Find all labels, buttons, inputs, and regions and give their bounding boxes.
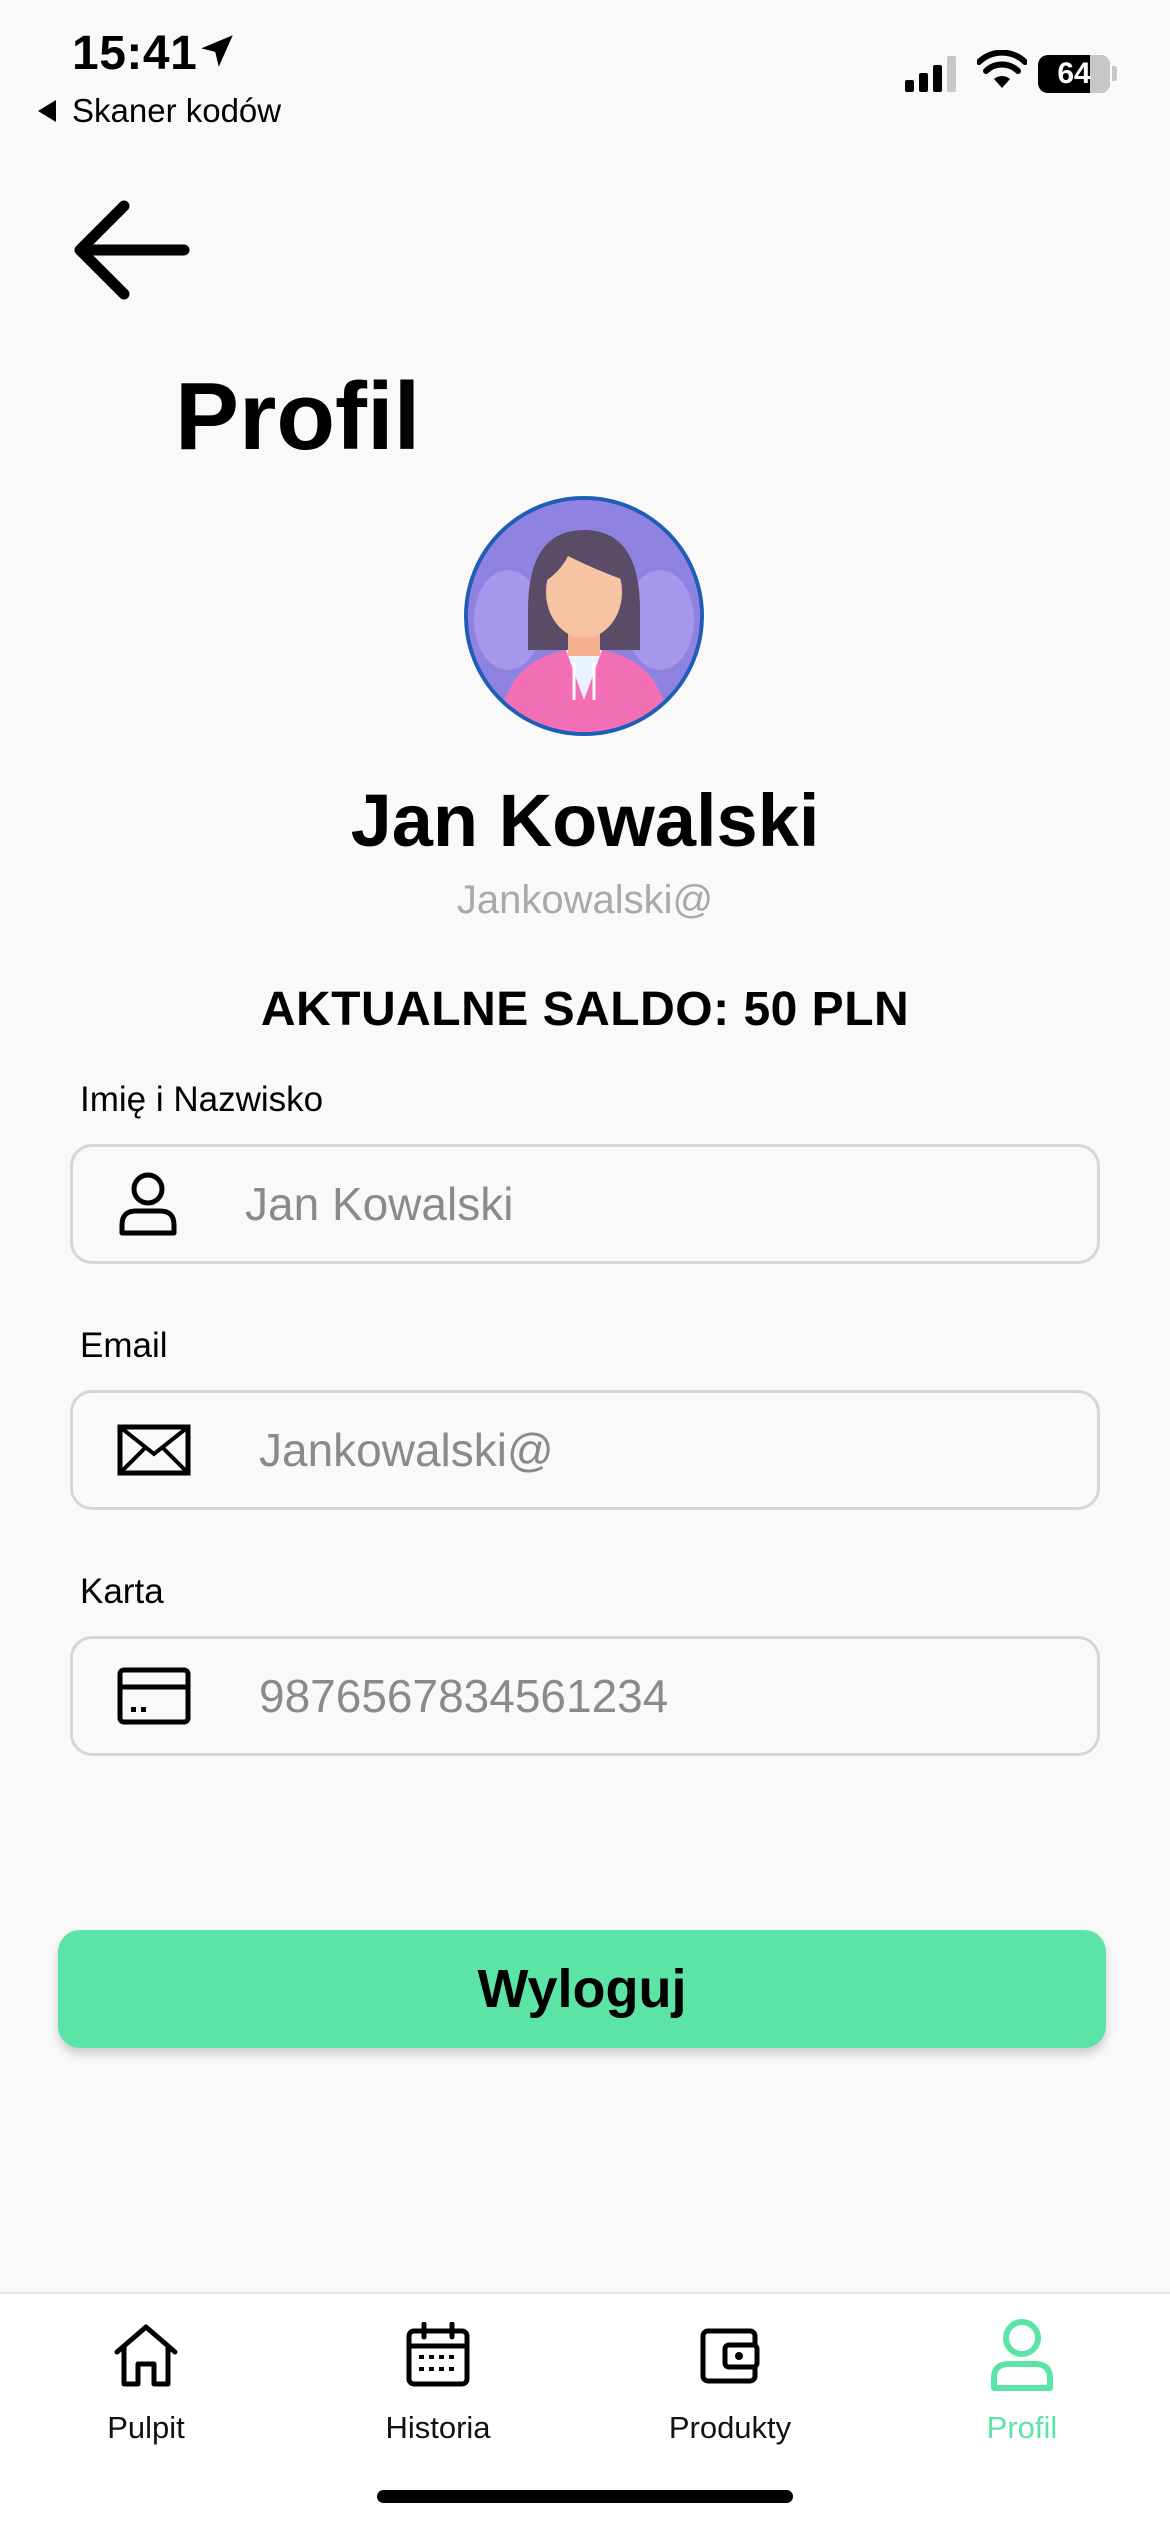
- card-field[interactable]: [70, 1636, 1100, 1756]
- tab-label: Historia: [385, 2410, 491, 2445]
- calendar-icon: [405, 2318, 471, 2392]
- email-input[interactable]: [259, 1393, 1067, 1507]
- balance-text: AKTUALNE SALDO: 50 PLN: [260, 983, 910, 1036]
- tab-produkty[interactable]: Produkty: [584, 2294, 876, 2474]
- battery-tip: [1112, 66, 1117, 81]
- avatar-woman-icon: [468, 500, 700, 732]
- name-input[interactable]: [245, 1147, 1067, 1261]
- battery-icon: 64: [1038, 55, 1110, 93]
- back-to-app-link[interactable]: Skaner kodów: [38, 92, 281, 130]
- avatar: [464, 496, 704, 736]
- user-icon: [117, 1171, 179, 1237]
- envelope-icon: [117, 1424, 191, 1476]
- home-indicator: [377, 2490, 793, 2503]
- user-email: Jankowalski@: [456, 878, 714, 922]
- battery-level: 64: [1057, 57, 1091, 90]
- back-app-label: Skaner kodów: [72, 92, 282, 129]
- email-field-label: Email: [80, 1326, 168, 1365]
- location-arrow-icon: [196, 30, 238, 77]
- status-time: 15:41: [72, 27, 198, 80]
- home-icon: [112, 2318, 180, 2392]
- tab-pulpit[interactable]: Pulpit: [0, 2294, 292, 2474]
- arrow-left-icon[interactable]: [72, 198, 190, 307]
- tab-label: Profil: [986, 2410, 1058, 2445]
- name-field-label: Imię i Nazwisko: [80, 1080, 324, 1119]
- tab-historia[interactable]: Historia: [292, 2294, 584, 2474]
- signal-icon: [905, 56, 959, 97]
- page-title: Profil: [175, 363, 421, 470]
- logout-button[interactable]: Wyloguj: [58, 1930, 1106, 2048]
- tab-profil[interactable]: Profil: [876, 2294, 1168, 2474]
- email-field[interactable]: [70, 1390, 1100, 1510]
- card-field-label: Karta: [80, 1572, 164, 1611]
- wifi-icon: [976, 49, 1028, 95]
- user-icon: [989, 2318, 1055, 2392]
- name-field[interactable]: [70, 1144, 1100, 1264]
- credit-card-icon: [117, 1667, 191, 1725]
- user-name: Jan Kowalski: [350, 779, 820, 862]
- tab-label: Produkty: [668, 2410, 792, 2445]
- wallet-icon: [699, 2318, 761, 2392]
- back-triangle-icon: [38, 100, 56, 122]
- tab-label: Pulpit: [107, 2410, 185, 2445]
- card-input[interactable]: [259, 1639, 1067, 1753]
